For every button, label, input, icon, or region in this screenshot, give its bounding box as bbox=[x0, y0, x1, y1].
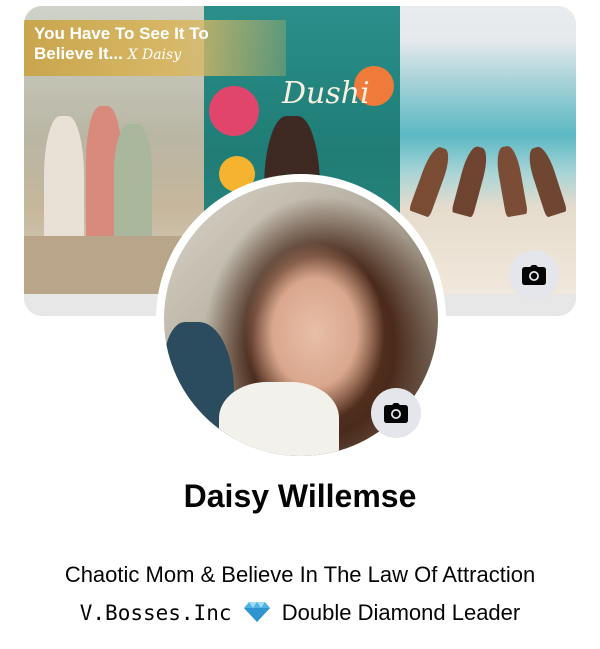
cover-camera-button[interactable] bbox=[509, 250, 559, 300]
bio-line-2: V.Bosses.Inc Double Diamond Leader bbox=[0, 600, 600, 629]
cover-banner-text: You Have To See It To Believe It... X Da… bbox=[34, 24, 244, 65]
bio-line-1: Chaotic Mom & Believe In The Law Of Attr… bbox=[64, 562, 536, 587]
cover-figure bbox=[408, 144, 454, 218]
cover-figure bbox=[451, 144, 491, 218]
cover-figure bbox=[494, 144, 528, 218]
cover-dushi-title: Dushi bbox=[282, 76, 370, 111]
cover-flower bbox=[209, 86, 259, 136]
avatar-shirt bbox=[219, 382, 339, 456]
banner-text: You Have To See It To Believe It... bbox=[34, 24, 209, 63]
bio-company: V.Bosses.Inc bbox=[79, 601, 232, 625]
banner-signature: X Daisy bbox=[127, 47, 182, 63]
bio-title: Double Diamond Leader bbox=[281, 600, 521, 625]
profile-name: Daisy Willemse bbox=[183, 478, 417, 514]
cover-figure bbox=[114, 124, 152, 244]
camera-icon bbox=[384, 403, 408, 423]
profile-camera-button[interactable] bbox=[371, 388, 421, 438]
cover-figure bbox=[524, 144, 568, 218]
diamond-icon bbox=[243, 601, 270, 629]
camera-icon bbox=[522, 265, 546, 285]
